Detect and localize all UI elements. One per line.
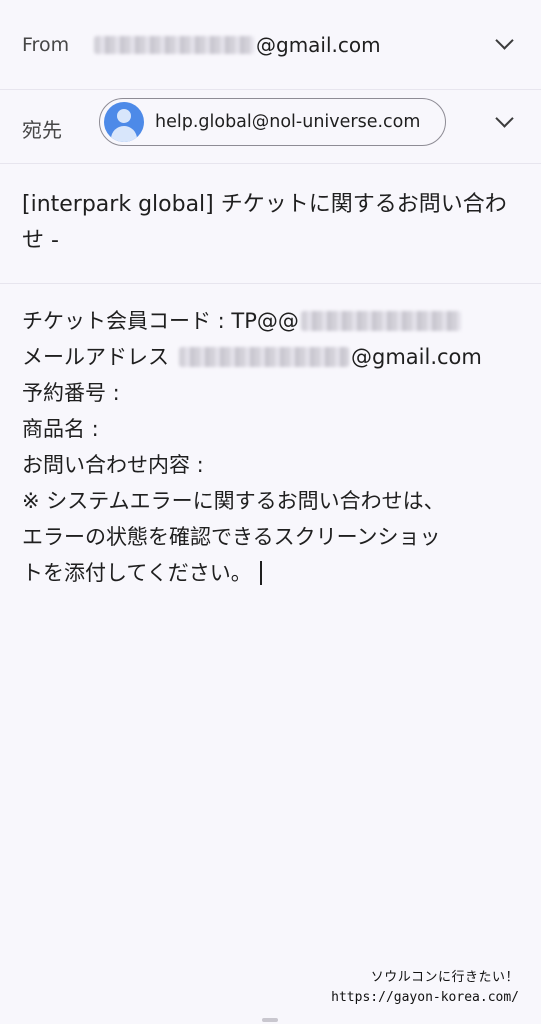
watermark-line-2: https://gayon-korea.com/ — [331, 990, 519, 1005]
reservation-line: 予約番号 : — [22, 381, 120, 405]
redacted-email-user — [94, 36, 254, 54]
person-avatar-icon — [104, 102, 144, 142]
recipient-chip[interactable]: help.global@nol-universe.com — [99, 98, 446, 146]
watermark-line-1: ソウルコンに行きたい！ — [370, 970, 519, 985]
text-cursor — [259, 561, 262, 585]
note-line-2: エラーの状態を確認できるスクリーンショッ — [22, 525, 441, 549]
subject-text: [interpark global] チケットに関するお問い合わせ - — [22, 192, 507, 253]
note-line-3: トを添付してください。 — [22, 555, 532, 591]
compose-body[interactable]: チケット会員コード : TP@@ メールアドレス @gmail.com 予約番号… — [22, 303, 532, 591]
redacted-email-user — [179, 347, 349, 367]
subject-field[interactable]: [interpark global] チケットに関するお問い合わせ - — [0, 164, 541, 284]
chevron-down-icon[interactable] — [495, 31, 514, 50]
product-line: 商品名 : — [22, 417, 99, 441]
recipient-email: help.global@nol-universe.com — [155, 112, 421, 132]
to-label: 宛先 — [22, 118, 62, 142]
from-row[interactable]: From @gmail.com — [0, 0, 541, 90]
note-line-3-text: トを添付してください。 — [22, 561, 252, 585]
email-line: メールアドレス @gmail.com — [22, 339, 532, 375]
watermark: ソウルコンに行きたい！ https://gayon-korea.com/ — [331, 968, 519, 1008]
member-code-label: チケット会員コード : TP@@ — [22, 309, 299, 333]
chevron-down-icon[interactable] — [495, 109, 514, 128]
note-line-1: ※ システムエラーに関するお問い合わせは、 — [22, 489, 445, 513]
redacted-member-code — [300, 311, 461, 331]
member-code-line: チケット会員コード : TP@@ — [22, 303, 532, 339]
from-label: From — [22, 34, 70, 56]
email-domain: @gmail.com — [351, 345, 482, 369]
home-indicator — [262, 1018, 278, 1022]
from-email-domain: @gmail.com — [256, 33, 381, 57]
inquiry-line: お問い合わせ内容 : — [22, 453, 204, 477]
from-email: @gmail.com — [94, 33, 381, 57]
email-label: メールアドレス — [22, 345, 169, 369]
to-row[interactable]: 宛先 help.global@nol-universe.com — [0, 90, 541, 164]
